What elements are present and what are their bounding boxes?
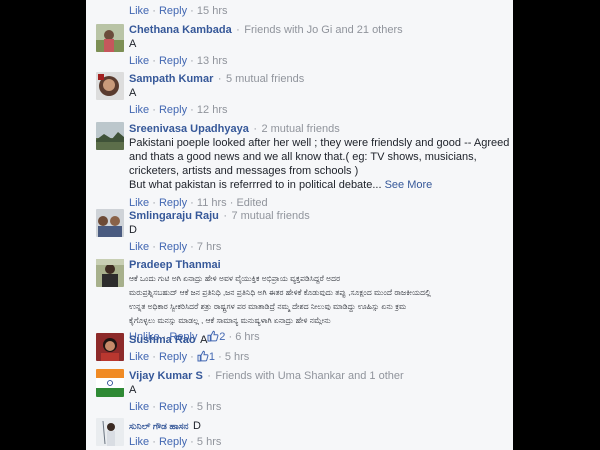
timestamp[interactable]: 12 hrs — [197, 104, 228, 116]
comment-text: A — [129, 87, 137, 99]
mutual-friends[interactable]: 2 mutual friends — [261, 123, 339, 135]
avatar[interactable] — [96, 418, 124, 446]
comment-text-line: ಉನ್ನತ ಅಧಿಕಾರ ಸ್ವೀಕರಿಸಿದರೆ ಶತ್ರು ರಾಷ್ಟ್ರಗ… — [129, 302, 407, 311]
comment-text-line: Pakistani poeple looked after her well ;… — [129, 137, 510, 149]
like-link[interactable]: Like — [129, 436, 149, 448]
like-link[interactable]: Like — [129, 5, 149, 17]
comment-author[interactable]: Chethana Kambada — [129, 24, 232, 36]
comment-actions: Like · Reply · 1 · 5 hrs — [129, 350, 507, 366]
comment-actions: Like · Reply · 13 hrs — [129, 54, 507, 68]
separator: · — [217, 73, 222, 85]
comment-text: D — [129, 224, 137, 236]
separator: · — [190, 55, 194, 67]
comment-actions: Like · Reply · 12 hrs — [129, 103, 507, 117]
comment-text-line: ಮರುಪ್ರಶ್ನಿಸಬಹುದ್ ಆಕೆ ಜನ ಪ್ರತಿನಿಧಿ ,ಜನ ಪ್… — [129, 288, 431, 297]
avatar[interactable] — [96, 122, 124, 150]
timestamp[interactable]: 5 hrs — [225, 351, 249, 363]
separator: · — [207, 370, 211, 382]
separator: · — [253, 123, 257, 135]
avatar[interactable] — [96, 72, 124, 100]
separator: · — [190, 241, 194, 253]
mutual-friends[interactable]: Friends with Jo Gi and 21 others — [244, 24, 402, 36]
avatar[interactable] — [96, 333, 124, 361]
comment-author[interactable]: Pradeep Thanmai — [129, 259, 221, 271]
comment-body: Chethana Kambada · Friends with Jo Gi an… — [129, 22, 507, 68]
avatar[interactable] — [96, 369, 124, 397]
comment-actions: Like · Reply · 15 hrs — [129, 4, 507, 18]
comment-text: A — [129, 38, 137, 50]
comment-body: Sreenivasa Upadhyaya · 2 mutual friends … — [129, 121, 510, 210]
separator: · — [152, 241, 156, 253]
separator: · — [236, 24, 240, 36]
comment-body: Sampath Kumar · 5 mutual friends A Like … — [129, 71, 507, 117]
separator: · — [190, 5, 194, 17]
comments-panel: Like · Reply · 15 hrs Chethana Kambada ·… — [86, 0, 513, 450]
timestamp[interactable]: 15 hrs — [197, 5, 228, 17]
comment-text-line: ಕೈಗೊಳ್ಳಲು ಮನಸ್ಸು ಮಾಡಲ್ಲ , ಆಕೆ ಸಾಮಾನ್ಯ ಮನ… — [129, 316, 331, 325]
separator: · — [190, 104, 194, 116]
separator: · — [152, 104, 156, 116]
mutual-friends[interactable]: 7 mutual friends — [231, 210, 309, 222]
timestamp[interactable]: 5 hrs — [197, 401, 221, 413]
comment-text: D — [193, 420, 201, 432]
reply-link[interactable]: Reply — [159, 55, 187, 67]
timestamp[interactable]: 13 hrs — [197, 55, 228, 67]
comment-text-truncated: But what pakistan is referrred to in pol… — [129, 179, 382, 191]
reply-link[interactable]: Reply — [159, 241, 187, 253]
mutual-friends[interactable]: Friends with Uma Shankar and 1 other — [215, 370, 403, 382]
timestamp[interactable]: 7 hrs — [197, 241, 221, 253]
comment-author[interactable]: Sampath Kumar — [129, 73, 213, 85]
avatar[interactable] — [96, 209, 124, 237]
comment-text: A — [129, 384, 137, 396]
comment-text-line: ಆಕೆ ಒಂದು ಗುಟಿ ಅಗಿ ಏನಾದ್ರು ಹೇಳಿ ಅವಳ ವೈಯುಕ… — [129, 274, 341, 283]
comment-author[interactable]: Sushma Rao — [129, 334, 196, 346]
separator: · — [190, 401, 194, 413]
comment-actions: Like · Reply · 5 hrs — [129, 400, 507, 414]
mutual-friends[interactable]: 5 mutual friends — [226, 73, 304, 85]
reply-link[interactable]: Reply — [159, 351, 187, 363]
thumbs-up-icon — [197, 350, 209, 366]
like-link[interactable]: Like — [129, 351, 149, 363]
timestamp[interactable]: 5 hrs — [197, 436, 221, 448]
separator: · — [152, 436, 156, 448]
comment-body: Sushma Rao A Like · Reply · 1 · 5 hrs — [129, 332, 507, 366]
comment-body: Smlingaraju Raju · 7 mutual friends D Li… — [129, 208, 507, 254]
separator: · — [223, 210, 227, 222]
comment-text: A — [200, 334, 208, 346]
like-link[interactable]: Like — [129, 55, 149, 67]
like-count-value[interactable]: 1 — [209, 351, 215, 363]
reply-link[interactable]: Reply — [159, 5, 187, 17]
comment-text-line: and thats a good news and we all know th… — [129, 151, 477, 163]
reply-link[interactable]: Reply — [159, 401, 187, 413]
comment-body: ಸುನಿಲ್ ಗೌಡ ಹಾಸನ D Like · Reply · 5 hrs — [129, 418, 507, 449]
comment-author[interactable]: Vijay Kumar S — [129, 370, 203, 382]
like-link[interactable]: Like — [129, 401, 149, 413]
comment-author[interactable]: ಸುನಿಲ್ ಗೌಡ ಹಾಸನ — [129, 421, 189, 431]
comment-text-line: But what pakistan is referrred to in pol… — [129, 178, 507, 192]
comment-text-line: cricketers, artists and messages from sc… — [129, 165, 359, 177]
like-count[interactable]: 1 — [197, 350, 215, 366]
separator: · — [152, 5, 156, 17]
separator: · — [152, 351, 156, 363]
comment-actions: Like · Reply · 5 hrs — [129, 435, 507, 449]
separator: · — [190, 351, 194, 363]
comment-author[interactable]: Sreenivasa Upadhyaya — [129, 123, 249, 135]
like-link[interactable]: Like — [129, 241, 149, 253]
separator: · — [190, 436, 194, 448]
see-more-link[interactable]: See More — [385, 179, 433, 191]
separator: · — [152, 55, 156, 67]
comment-body: Vijay Kumar S · Friends with Uma Shankar… — [129, 368, 507, 414]
comment-actions: Like · Reply · 7 hrs — [129, 240, 507, 254]
reply-link[interactable]: Reply — [159, 104, 187, 116]
separator: · — [152, 401, 156, 413]
avatar[interactable] — [96, 24, 124, 52]
comment-author[interactable]: Smlingaraju Raju — [129, 210, 219, 222]
like-link[interactable]: Like — [129, 104, 149, 116]
avatar[interactable] — [96, 259, 124, 287]
reply-link[interactable]: Reply — [159, 436, 187, 448]
separator: · — [218, 351, 222, 363]
